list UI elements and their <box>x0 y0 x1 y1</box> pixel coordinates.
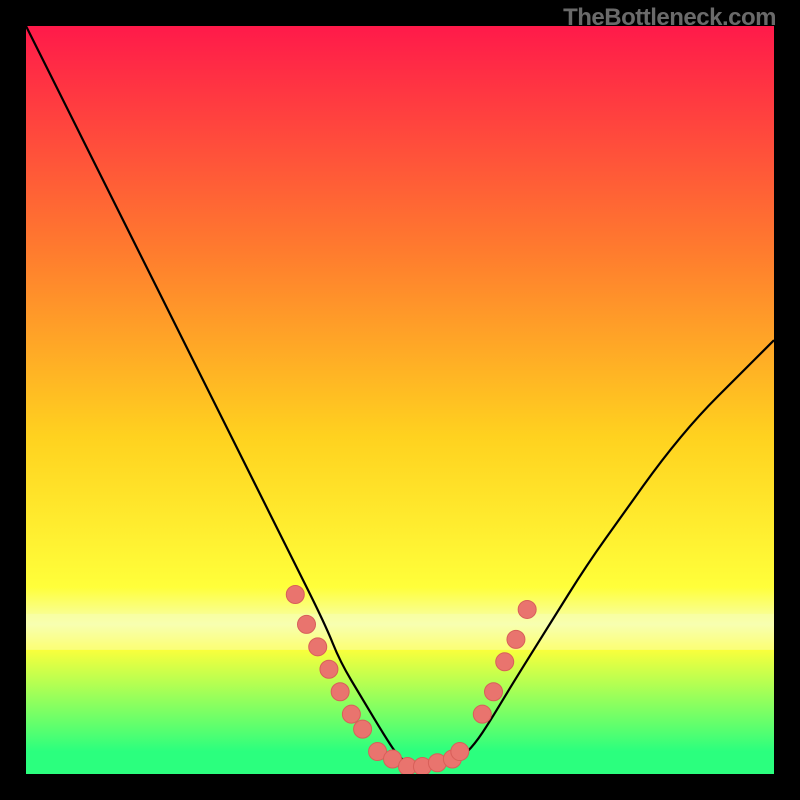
highlight-band <box>26 614 774 650</box>
chart-frame: TheBottleneck.com <box>0 0 800 800</box>
curve-marker <box>320 660 338 678</box>
gradient-background <box>26 26 774 774</box>
curve-marker <box>309 638 327 656</box>
curve-marker <box>496 653 514 671</box>
curve-marker <box>354 720 372 738</box>
curve-marker <box>286 585 304 603</box>
chart-svg <box>26 26 774 774</box>
curve-marker <box>331 683 349 701</box>
curve-marker <box>451 743 469 761</box>
curve-marker <box>473 705 491 723</box>
plot-area <box>26 26 774 774</box>
curve-marker <box>518 600 536 618</box>
curve-marker <box>485 683 503 701</box>
curve-marker <box>507 630 525 648</box>
curve-marker <box>342 705 360 723</box>
curve-marker <box>298 615 316 633</box>
